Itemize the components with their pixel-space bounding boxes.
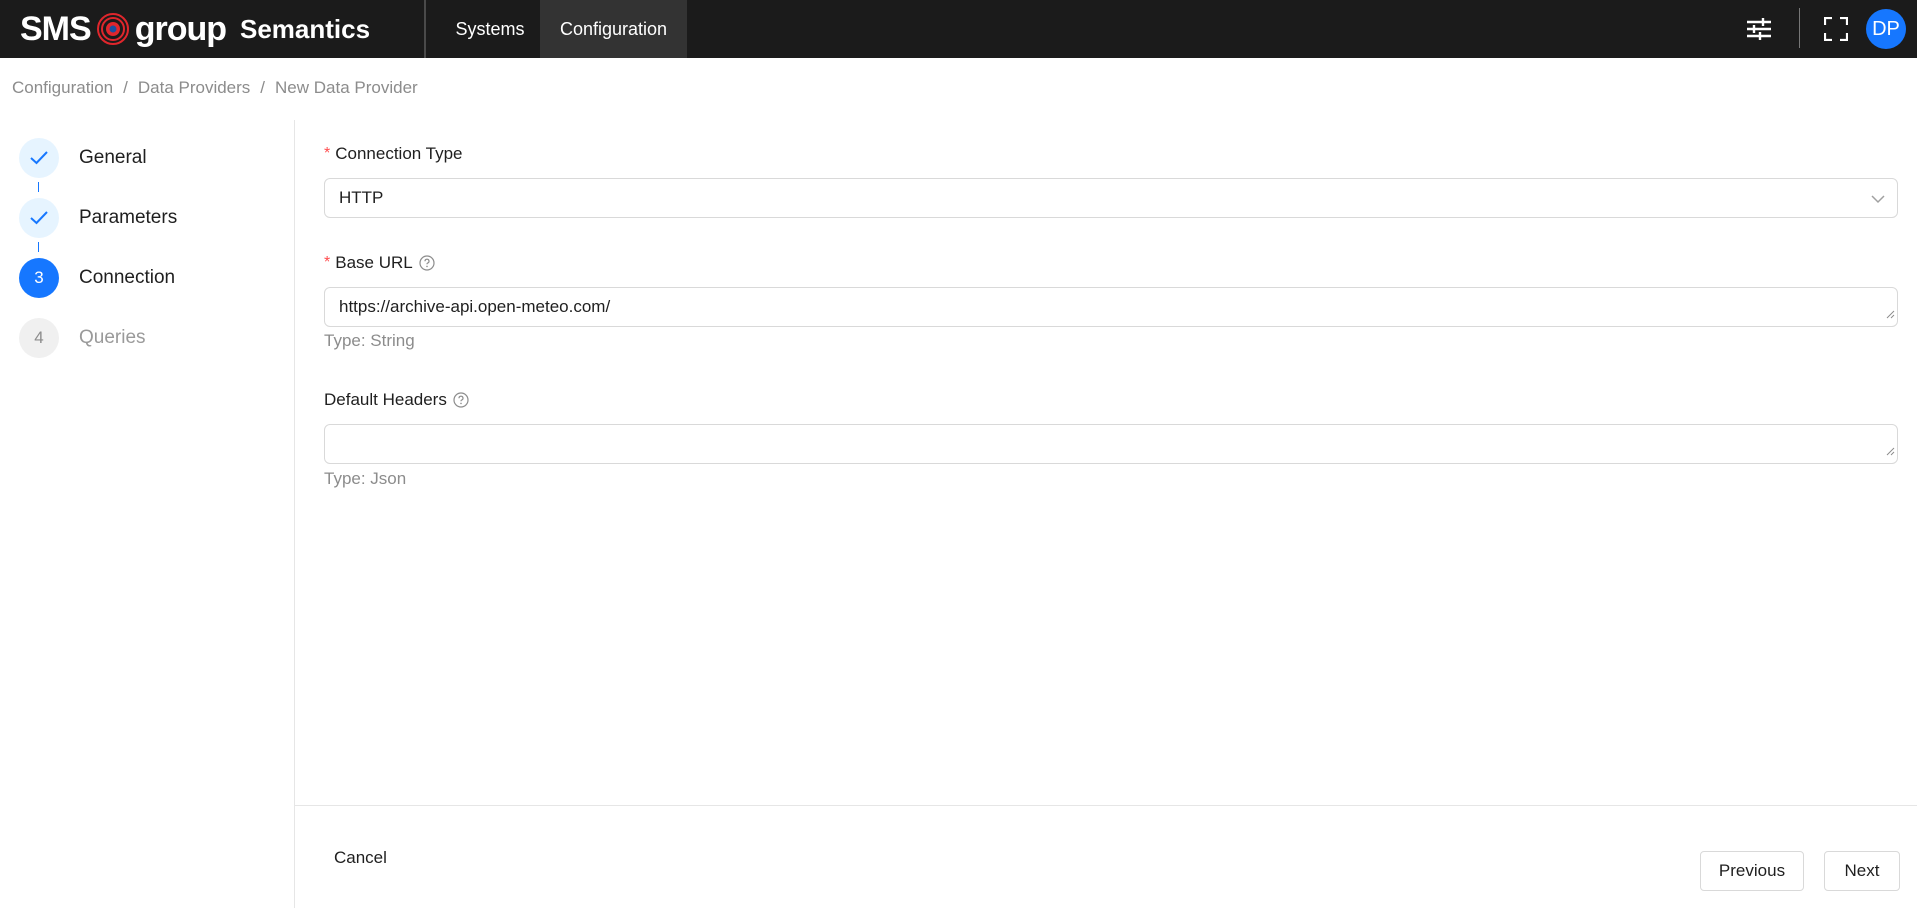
base-url-label: * Base URL <box>324 253 435 273</box>
step-parameters[interactable]: Parameters <box>19 198 177 238</box>
connection-type-label-text: Connection Type <box>335 144 463 163</box>
base-url-label-text: Base URL <box>335 253 413 272</box>
check-icon <box>19 198 59 238</box>
steps-divider <box>294 120 295 908</box>
step-queries: 4 Queries <box>19 318 146 358</box>
connection-type-select[interactable]: HTTP <box>324 178 1898 218</box>
step-label: Connection <box>79 267 176 288</box>
default-headers-input[interactable] <box>324 424 1898 464</box>
step-label: Parameters <box>79 207 178 228</box>
breadcrumb-item-new-data-provider: New Data Provider <box>275 78 418 97</box>
connection-type-label: * Connection Type <box>324 144 463 164</box>
breadcrumb-item-data-providers[interactable]: Data Providers <box>138 78 250 98</box>
next-button[interactable]: Next <box>1824 851 1900 891</box>
question-circle-icon[interactable] <box>419 255 435 271</box>
step-number: 4 <box>19 318 59 358</box>
footer-divider <box>295 805 1917 806</box>
toolbar-divider <box>1799 8 1800 48</box>
nav-tab-systems[interactable]: Systems <box>440 0 540 58</box>
sms-logo-mark-icon <box>96 13 129 45</box>
breadcrumb: Configuration / Data Providers / New Dat… <box>12 78 418 98</box>
resize-handle-icon[interactable] <box>1885 441 1895 461</box>
cancel-button[interactable]: Cancel <box>334 848 387 868</box>
default-headers-label: Default Headers <box>324 390 469 410</box>
sliders-icon[interactable] <box>1743 13 1775 45</box>
top-navigation-bar: SMS group Semantics Systems Configuratio… <box>0 0 1917 58</box>
default-headers-type-hint: Type: Json <box>324 469 407 488</box>
brand-sms-text: SMS <box>20 10 92 48</box>
breadcrumb-separator: / <box>123 78 128 97</box>
step-number: 3 <box>19 258 59 298</box>
base-url-value: https://archive-api.open-meteo.com/ <box>339 297 611 316</box>
default-headers-label-text: Default Headers <box>324 390 447 409</box>
brand-logo[interactable]: SMS group Semantics <box>20 8 370 50</box>
required-mark: * <box>324 254 331 271</box>
breadcrumb-item-configuration[interactable]: Configuration <box>12 78 113 98</box>
nav-tab-configuration[interactable]: Configuration <box>540 0 687 58</box>
brand-divider <box>424 0 426 58</box>
step-connector <box>38 242 39 252</box>
fullscreen-icon[interactable] <box>1820 13 1852 45</box>
base-url-type-hint: Type: String <box>324 331 415 350</box>
previous-button[interactable]: Previous <box>1700 851 1804 891</box>
check-icon <box>19 138 59 178</box>
step-connection: 3 Connection <box>19 258 175 298</box>
step-label: Queries <box>79 327 146 348</box>
chevron-down-icon <box>1871 191 1885 211</box>
required-mark: * <box>324 145 331 162</box>
step-general[interactable]: General <box>19 138 147 178</box>
product-name: Semantics <box>240 13 371 44</box>
step-label: General <box>79 147 147 168</box>
step-connector <box>38 182 39 192</box>
base-url-input[interactable]: https://archive-api.open-meteo.com/ <box>324 287 1898 327</box>
connection-type-value: HTTP <box>339 188 384 207</box>
user-avatar[interactable]: DP <box>1866 9 1906 49</box>
breadcrumb-separator: / <box>260 78 266 97</box>
brand-group-text: group <box>134 10 227 48</box>
question-circle-icon[interactable] <box>453 392 469 408</box>
resize-handle-icon[interactable] <box>1885 304 1895 324</box>
